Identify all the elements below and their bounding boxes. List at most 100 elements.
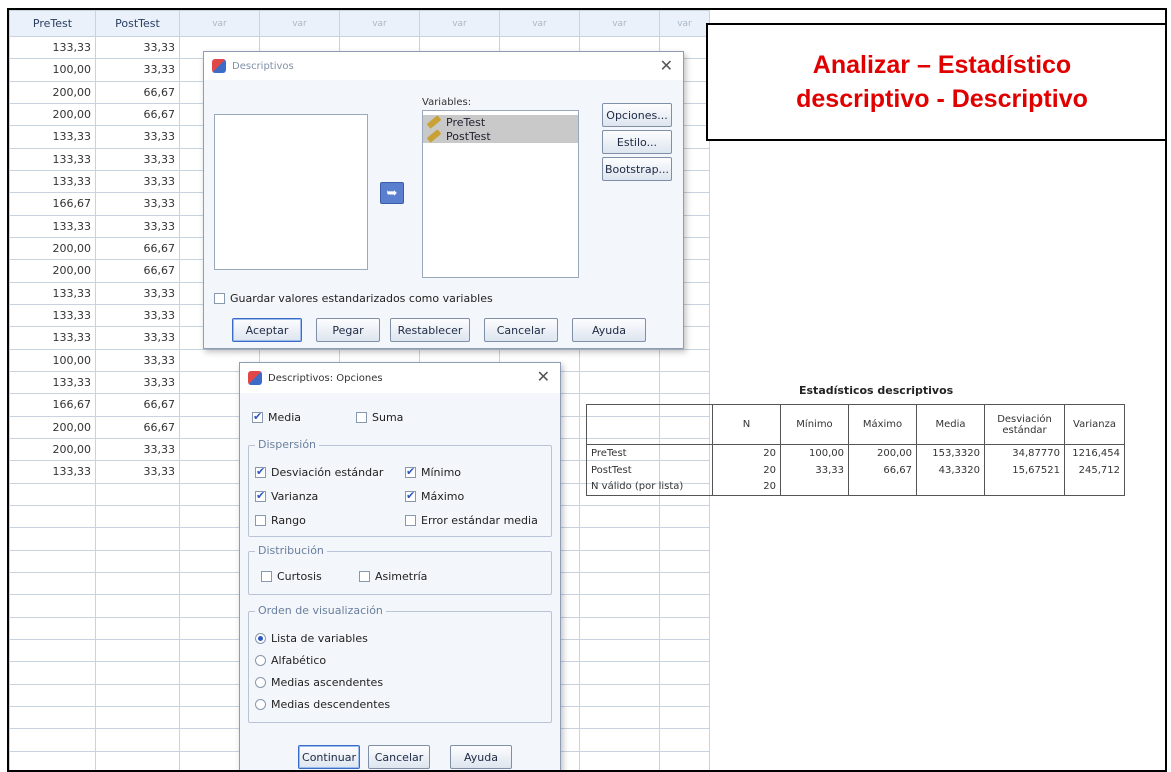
ayuda-button[interactable]: Ayuda [572,318,646,342]
data-cell[interactable] [659,370,710,395]
data-cell[interactable] [9,705,96,730]
restablecer-button[interactable]: Restablecer [390,318,470,342]
data-cell[interactable]: 66,67 [95,259,180,283]
data-cell[interactable]: 33,33 [95,214,180,238]
data-cell[interactable]: 133,33 [9,214,96,238]
data-cell[interactable] [9,549,96,573]
data-cell[interactable]: 33,33 [95,58,180,82]
variable-item-posttest[interactable]: PostTest [423,129,578,143]
data-cell[interactable] [659,638,710,663]
data-cell[interactable]: 33,33 [95,460,180,484]
data-cell[interactable]: 200,00 [9,415,96,439]
data-cell[interactable] [579,549,660,573]
data-cell[interactable]: 133,33 [9,370,96,395]
data-cell[interactable] [9,594,96,618]
source-variable-list[interactable] [214,114,368,270]
data-cell[interactable] [659,571,710,596]
data-cell[interactable]: 33,33 [95,437,180,462]
data-cell[interactable] [9,482,96,506]
close-icon[interactable]: ✕ [660,56,673,75]
data-cell[interactable]: 33,33 [95,370,180,395]
data-cell[interactable] [659,728,710,752]
varianza-checkbox[interactable]: Varianza [255,489,318,503]
data-cell[interactable] [9,616,96,640]
data-cell[interactable]: 66,67 [95,236,180,261]
data-cell[interactable]: 133,33 [9,169,96,194]
orden-ascendentes-radio[interactable]: Medias ascendentes [255,676,383,689]
data-cell[interactable] [659,661,710,685]
close-icon[interactable]: ✕ [537,367,550,386]
selected-variable-list[interactable]: PreTest PostTest [422,110,579,278]
data-cell[interactable] [9,728,96,752]
aceptar-button[interactable]: Aceptar [232,318,302,342]
data-cell[interactable]: 33,33 [95,326,180,350]
data-cell[interactable] [579,527,660,551]
orden-lista-radio[interactable]: Lista de variables [255,632,368,645]
column-header-var[interactable]: var [499,10,580,37]
move-arrow-button[interactable]: ➥ [380,182,404,204]
column-header-var[interactable]: var [579,10,660,37]
desviacion-checkbox[interactable]: Desviación estándar [255,465,383,479]
opciones-button[interactable]: Opciones... [602,103,672,127]
data-cell[interactable]: 200,00 [9,80,96,104]
dialog-titlebar[interactable]: Descriptivos: Opciones ✕ [240,363,560,393]
variable-item-pretest[interactable]: PreTest [423,115,578,129]
data-cell[interactable] [95,549,180,573]
data-cell[interactable]: 133,33 [9,125,96,149]
data-cell[interactable] [659,594,710,618]
minimo-checkbox[interactable]: Mínimo [405,465,461,479]
data-cell[interactable] [659,705,710,730]
data-cell[interactable] [579,638,660,663]
data-cell[interactable]: 33,33 [95,303,180,328]
pegar-button[interactable]: Pegar [316,318,380,342]
data-cell[interactable]: 133,33 [9,303,96,328]
data-cell[interactable] [95,683,180,707]
data-cell[interactable] [579,571,660,596]
data-cell[interactable] [659,549,710,573]
data-cell[interactable] [579,728,660,752]
data-cell[interactable] [579,750,660,770]
data-cell[interactable]: 200,00 [9,236,96,261]
media-checkbox[interactable]: Media [252,410,301,424]
column-header-var[interactable]: var [179,10,260,37]
data-cell[interactable] [95,482,180,506]
save-standardized-checkbox[interactable]: Guardar valores estandarizados como vari… [214,292,493,305]
orden-alfabetico-radio[interactable]: Alfabético [255,654,326,667]
data-cell[interactable]: 33,33 [95,125,180,149]
column-header-var[interactable]: var [259,10,340,37]
data-cell[interactable]: 133,33 [9,326,96,350]
data-cell[interactable] [659,504,710,529]
data-cell[interactable]: 33,33 [95,147,180,171]
data-cell[interactable]: 166,67 [9,192,96,216]
data-cell[interactable] [659,683,710,707]
data-cell[interactable] [95,571,180,596]
data-cell[interactable] [9,527,96,551]
data-cell[interactable] [9,750,96,770]
data-cell[interactable] [579,705,660,730]
maximo-checkbox[interactable]: Máximo [405,489,464,503]
continuar-button[interactable]: Continuar [298,745,360,769]
data-cell[interactable] [579,661,660,685]
data-cell[interactable] [659,750,710,770]
data-cell[interactable] [579,504,660,529]
bootstrap-button[interactable]: Bootstrap... [602,157,672,181]
data-cell[interactable] [95,728,180,752]
data-cell[interactable]: 100,00 [9,58,96,82]
column-header-var[interactable]: var [659,10,710,37]
column-header-pretest[interactable]: PreTest [9,10,96,37]
data-cell[interactable]: 66,67 [95,102,180,127]
column-header-posttest[interactable]: PostTest [95,10,180,37]
data-cell[interactable]: 66,67 [95,415,180,439]
data-cell[interactable]: 33,33 [95,348,180,372]
dialog-titlebar[interactable]: Descriptivos ✕ [204,52,683,80]
data-cell[interactable] [95,661,180,685]
data-cell[interactable]: 33,33 [95,169,180,194]
data-cell[interactable] [9,571,96,596]
data-cell[interactable] [95,504,180,529]
data-cell[interactable] [579,370,660,395]
data-cell[interactable]: 33,33 [95,192,180,216]
suma-checkbox[interactable]: Suma [356,411,403,424]
data-cell[interactable] [95,616,180,640]
data-cell[interactable] [579,683,660,707]
asimetria-checkbox[interactable]: Asimetría [359,570,427,583]
